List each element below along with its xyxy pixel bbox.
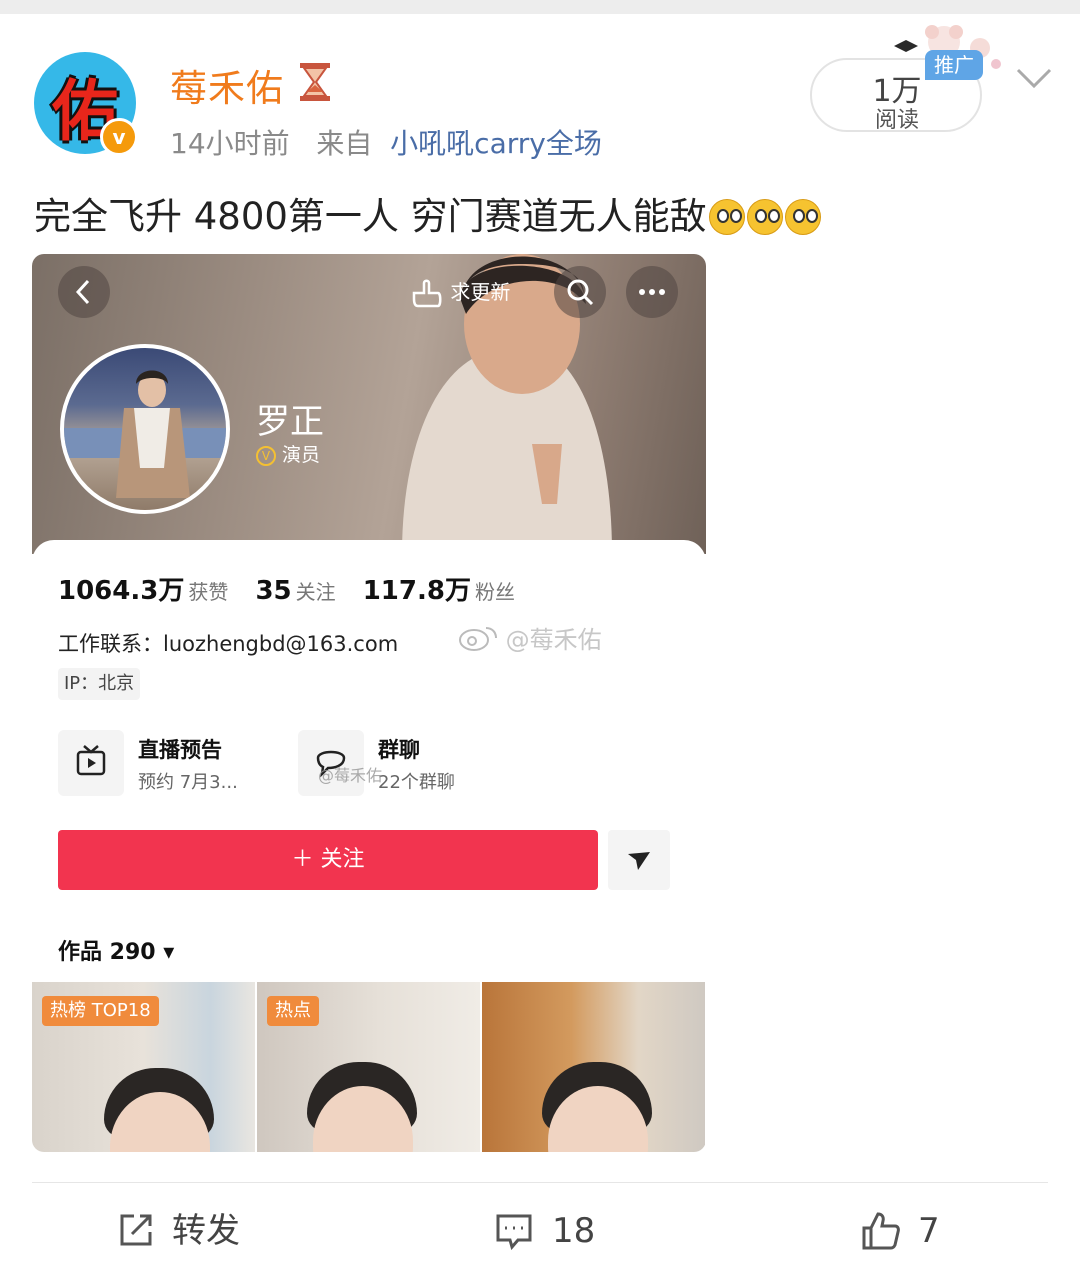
- hot-list-tag: 热榜 TOP18: [42, 996, 159, 1026]
- thumbs-up-icon: [862, 1212, 900, 1250]
- group-watermark-text: @莓禾佑: [318, 766, 383, 785]
- divider: [32, 1182, 1048, 1183]
- watermark-text: @莓禾佑: [505, 626, 602, 654]
- more-button[interactable]: [626, 266, 678, 318]
- top-separator-bar: [0, 0, 1080, 14]
- shocked-emoji-icon: [746, 199, 783, 235]
- profile-role: V 演员: [256, 440, 320, 467]
- username[interactable]: 莓禾佑: [170, 58, 284, 112]
- trending-tag: 热点: [267, 996, 319, 1026]
- back-button[interactable]: [58, 266, 110, 318]
- following-count[interactable]: 35: [255, 576, 291, 606]
- work-contact: 工作联系：luozhengbd@163.com: [58, 632, 399, 656]
- likes-label: 获赞: [188, 580, 229, 604]
- more-dots-icon: [639, 289, 665, 295]
- video-thumbnail[interactable]: 热榜 TOP18: [32, 982, 255, 1152]
- verified-v-icon: V: [256, 446, 276, 466]
- request-update-label: 求更新: [450, 280, 511, 304]
- profile-name: 罗正: [256, 402, 324, 442]
- read-label: 阅读: [874, 108, 919, 133]
- shocked-emoji-icon: [708, 199, 745, 235]
- comment-icon: [496, 1214, 532, 1250]
- promo-tag: 推广: [925, 50, 983, 80]
- chevron-left-icon: [75, 279, 90, 305]
- works-grid: 热榜 TOP18 热点: [32, 982, 706, 1152]
- live-preview-title: 直播预告: [138, 738, 222, 762]
- weibo-logo-icon: [459, 627, 497, 651]
- comment-count: 18: [552, 1211, 596, 1251]
- ip-location-tag: IP：北京: [58, 668, 141, 700]
- shocked-emoji-icon: [784, 199, 821, 235]
- verified-badge-icon: v: [100, 118, 138, 156]
- repost-label: 转发: [172, 1211, 240, 1251]
- video-thumbnail[interactable]: [482, 982, 705, 1152]
- profile-cover-image: 求更新 罗正 V 演员: [32, 254, 706, 554]
- source-link[interactable]: 小吼吼carry全场: [390, 127, 602, 160]
- profile-info-sheet: 1064.3万 获赞 35 关注 117.8万 粉丝 工作联系：luozhengbd@…: [32, 540, 706, 1152]
- post-text: 完全飞升 4800第一人 穷门赛道无人能敌: [34, 186, 821, 240]
- works-count-selector[interactable]: 作品 290 ▾: [58, 934, 174, 966]
- repost-icon: [120, 1214, 152, 1246]
- role-label: 演员: [282, 444, 321, 466]
- hourglass-icon: [300, 63, 330, 101]
- following-label[interactable]: 关注: [296, 580, 336, 604]
- send-arrow-icon: [628, 852, 650, 870]
- tv-icon: [58, 730, 124, 796]
- request-update-button[interactable]: 求更新: [410, 272, 510, 312]
- followers-count[interactable]: 117.8万: [363, 576, 471, 606]
- comment-button[interactable]: 18: [494, 1206, 595, 1256]
- likes-count: 1064.3万: [58, 576, 185, 606]
- hand-point-icon: [412, 279, 442, 307]
- post-meta: 14小时前 来自 小吼吼carry全场: [170, 122, 602, 162]
- search-button[interactable]: [554, 266, 606, 318]
- like-count: 7: [918, 1211, 940, 1251]
- group-chat-subtitle: 22个群聊: [378, 772, 455, 793]
- like-button[interactable]: 7: [860, 1206, 940, 1256]
- video-thumbnail[interactable]: 热点: [257, 982, 480, 1152]
- search-icon: [567, 279, 594, 306]
- followers-label[interactable]: 粉丝: [475, 580, 515, 604]
- profile-stats: 1064.3万 获赞 35 关注 117.8万 粉丝: [58, 570, 537, 607]
- profile-avatar-image: [64, 370, 226, 498]
- post-time: 14小时前: [170, 127, 290, 160]
- group-chat-title: 群聊: [378, 738, 420, 762]
- follow-button[interactable]: ＋ 关注: [58, 830, 598, 890]
- repost-button[interactable]: 转发: [116, 1206, 240, 1256]
- share-button[interactable]: [608, 830, 670, 890]
- live-preview-subtitle: 预约 7月3...: [138, 772, 238, 793]
- source-prefix: 来自: [316, 127, 373, 160]
- embedded-screenshot[interactable]: 求更新 罗正 V 演员 1064.3万 获赞 35 关注 117.8万 粉丝 工…: [32, 254, 706, 1152]
- live-preview-entry[interactable]: 直播预告 预约 7月3...: [58, 730, 278, 800]
- profile-avatar[interactable]: [60, 344, 230, 514]
- post-text-content: 完全飞升 4800第一人 穷门赛道无人能敌: [34, 195, 707, 238]
- weibo-watermark: @莓禾佑: [458, 620, 602, 655]
- chevron-down-icon[interactable]: [1014, 64, 1054, 94]
